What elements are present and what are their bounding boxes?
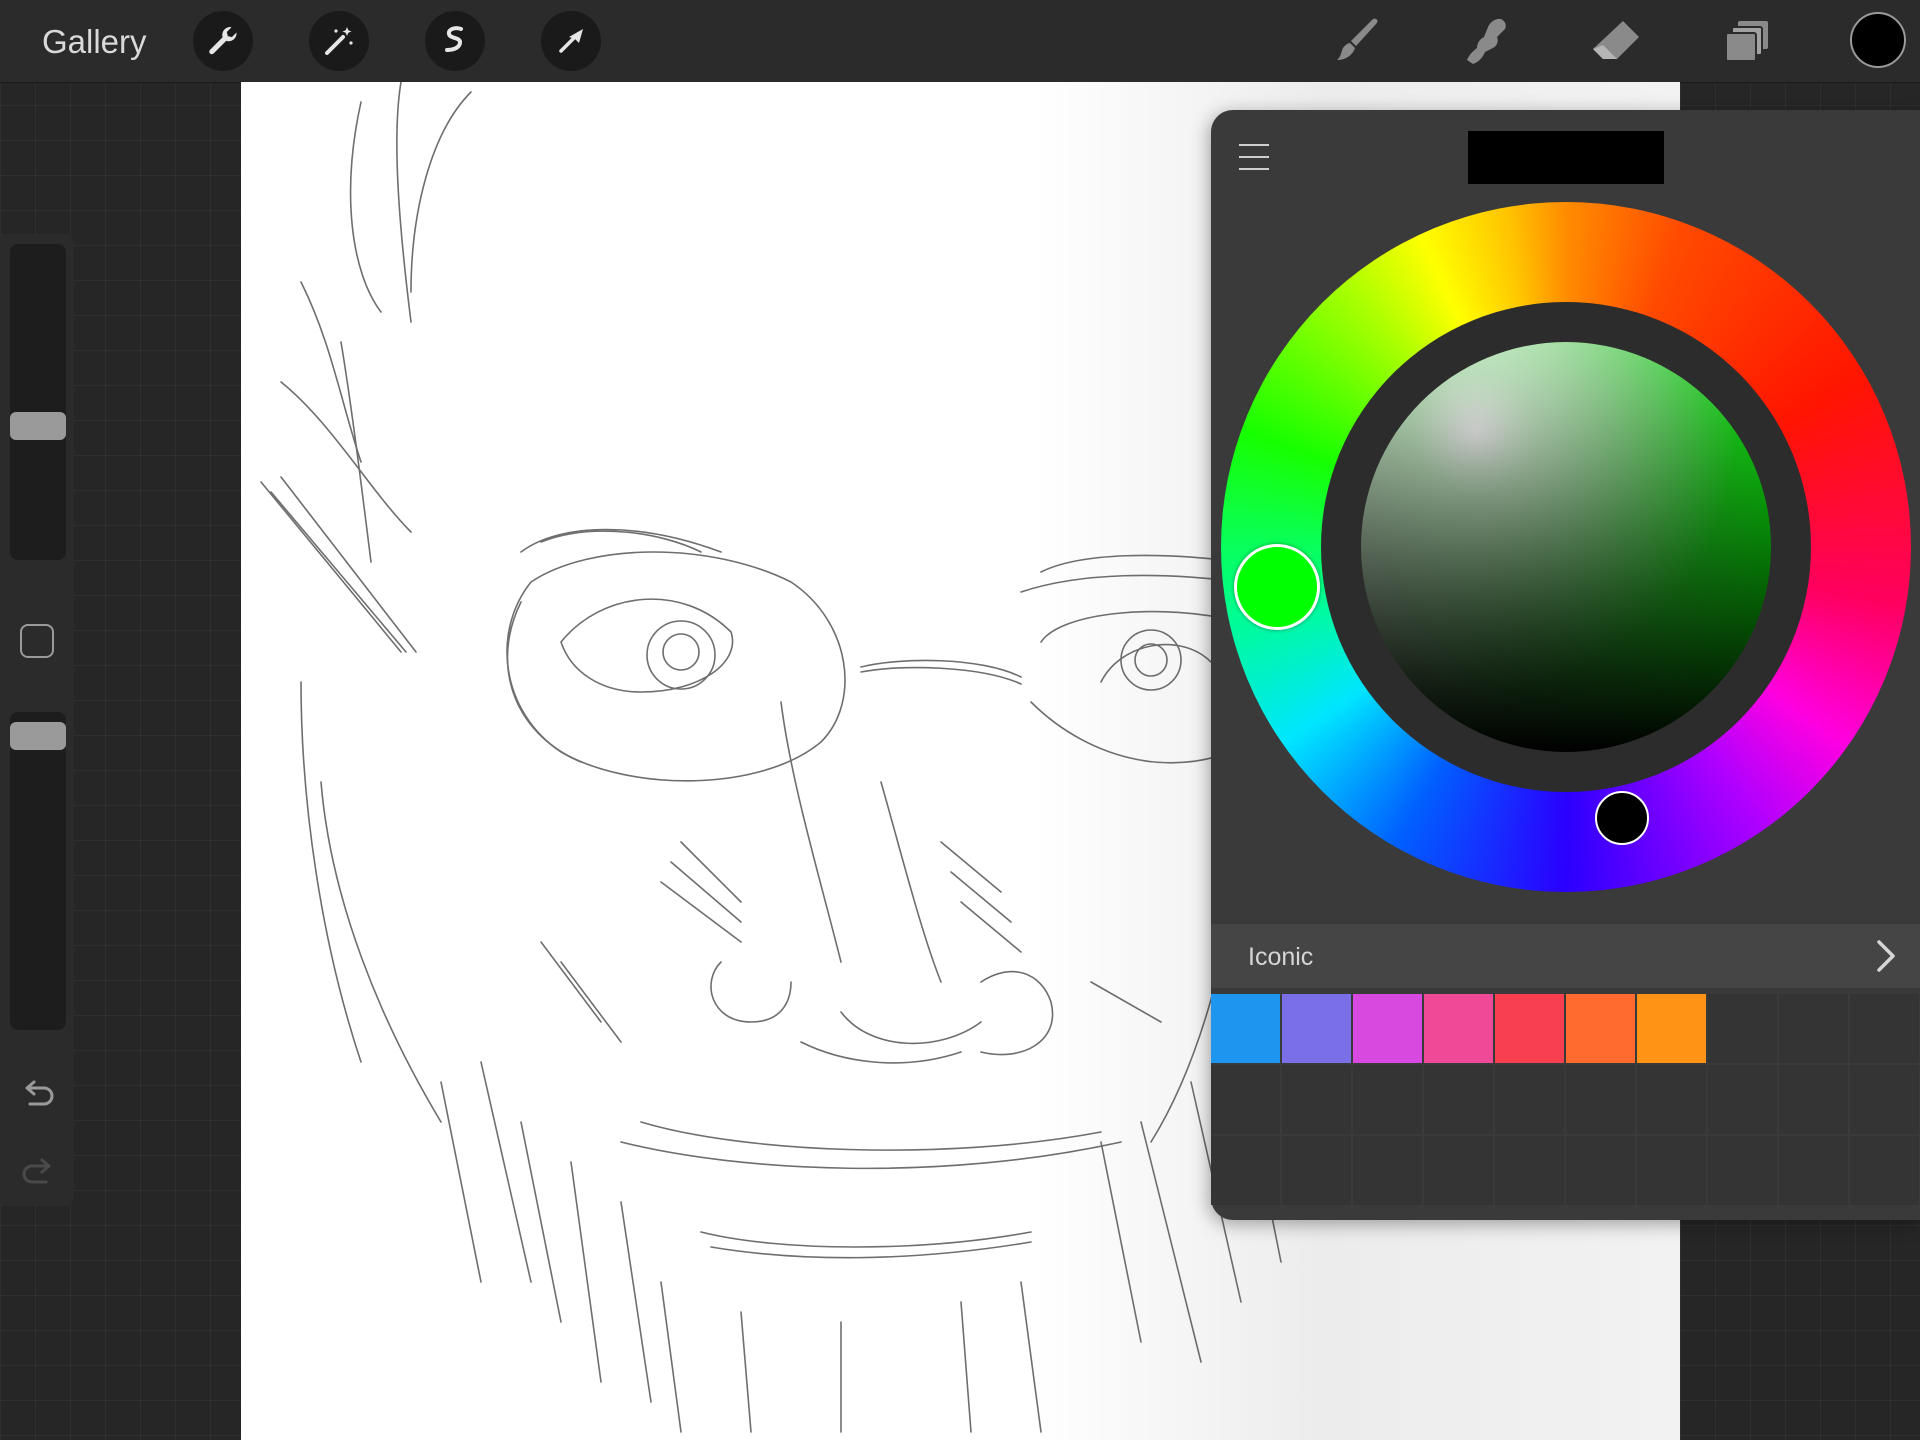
layers-icon: [1725, 21, 1768, 62]
palette-swatches: [1211, 994, 1920, 1206]
wrench-icon: [209, 26, 237, 55]
saturation-brightness-disc[interactable]: [1361, 342, 1771, 752]
palette-header[interactable]: Iconic: [1211, 924, 1920, 988]
empty-swatch-slot[interactable]: [1211, 1065, 1280, 1134]
empty-swatch-slot[interactable]: [1637, 1136, 1706, 1205]
current-color-button[interactable]: [1850, 12, 1906, 68]
transform-button[interactable]: [541, 11, 601, 71]
selection-icon: [445, 26, 463, 52]
palette-name: Iconic: [1248, 943, 1314, 971]
empty-swatch-slot[interactable]: [1850, 1065, 1919, 1134]
palette-swatch[interactable]: [1566, 994, 1635, 1063]
opacity-thumb[interactable]: [10, 722, 66, 750]
adjustments-wand-button[interactable]: [309, 11, 369, 71]
empty-swatch-slot[interactable]: [1282, 1136, 1351, 1205]
empty-swatch-slot[interactable]: [1353, 1136, 1422, 1205]
empty-swatch-slot[interactable]: [1779, 994, 1848, 1063]
color-selector-knob[interactable]: [1595, 791, 1649, 845]
empty-swatch-slot[interactable]: [1495, 1136, 1564, 1205]
hue-selector-knob[interactable]: [1234, 544, 1320, 630]
palette-swatch[interactable]: [1353, 994, 1422, 1063]
transform-arrow-icon: [559, 29, 583, 53]
empty-swatch-slot[interactable]: [1637, 1065, 1706, 1134]
palette-swatch[interactable]: [1495, 994, 1564, 1063]
empty-swatch-slot[interactable]: [1495, 1065, 1564, 1134]
gallery-button[interactable]: Gallery: [42, 20, 147, 64]
empty-swatch-slot[interactable]: [1566, 1065, 1635, 1134]
smudge-tool-button[interactable]: [1452, 10, 1516, 74]
selection-button[interactable]: [425, 11, 485, 71]
empty-swatch-slot[interactable]: [1708, 994, 1777, 1063]
actions-wrench-button[interactable]: [193, 11, 253, 71]
brush-size-thumb[interactable]: [10, 412, 66, 440]
layers-button[interactable]: [1715, 10, 1779, 74]
empty-swatch-slot[interactable]: [1708, 1065, 1777, 1134]
smudge-icon: [1467, 18, 1506, 64]
redo-icon[interactable]: [20, 1156, 56, 1192]
empty-swatch-slot[interactable]: [1566, 1136, 1635, 1205]
brush-size-slider[interactable]: [10, 244, 66, 560]
palette-swatch[interactable]: [1637, 994, 1706, 1063]
empty-swatch-slot[interactable]: [1353, 1065, 1422, 1134]
empty-swatch-slot[interactable]: [1779, 1136, 1848, 1205]
brush-icon: [1337, 18, 1378, 60]
color-disc: [1221, 202, 1911, 892]
top-toolbar: Gallery: [0, 0, 1920, 83]
eraser-tool-button[interactable]: [1584, 10, 1648, 74]
opacity-slider[interactable]: [10, 712, 66, 1030]
left-sidebar: [0, 234, 74, 1206]
empty-swatch-slot[interactable]: [1708, 1136, 1777, 1205]
color-panel: Iconic: [1211, 110, 1920, 1220]
empty-swatch-slot[interactable]: [1850, 1136, 1919, 1205]
empty-swatch-slot[interactable]: [1424, 1136, 1493, 1205]
palette-swatch[interactable]: [1282, 994, 1351, 1063]
current-color-swatch[interactable]: [1468, 131, 1664, 184]
empty-swatch-slot[interactable]: [1424, 1065, 1493, 1134]
empty-swatch-slot[interactable]: [1779, 1065, 1848, 1134]
palette-swatch[interactable]: [1211, 994, 1280, 1063]
magic-wand-icon: [325, 27, 353, 55]
empty-swatch-slot[interactable]: [1850, 994, 1919, 1063]
brush-tool-button[interactable]: [1323, 10, 1387, 74]
modify-square-icon[interactable]: [20, 624, 54, 658]
hamburger-menu-icon[interactable]: [1237, 140, 1271, 174]
chevron-right-icon[interactable]: [1871, 938, 1901, 974]
empty-swatch-slot[interactable]: [1282, 1065, 1351, 1134]
undo-icon[interactable]: [20, 1078, 56, 1114]
palette-swatch[interactable]: [1424, 994, 1493, 1063]
eraser-icon: [1593, 21, 1639, 59]
empty-swatch-slot[interactable]: [1211, 1136, 1280, 1205]
